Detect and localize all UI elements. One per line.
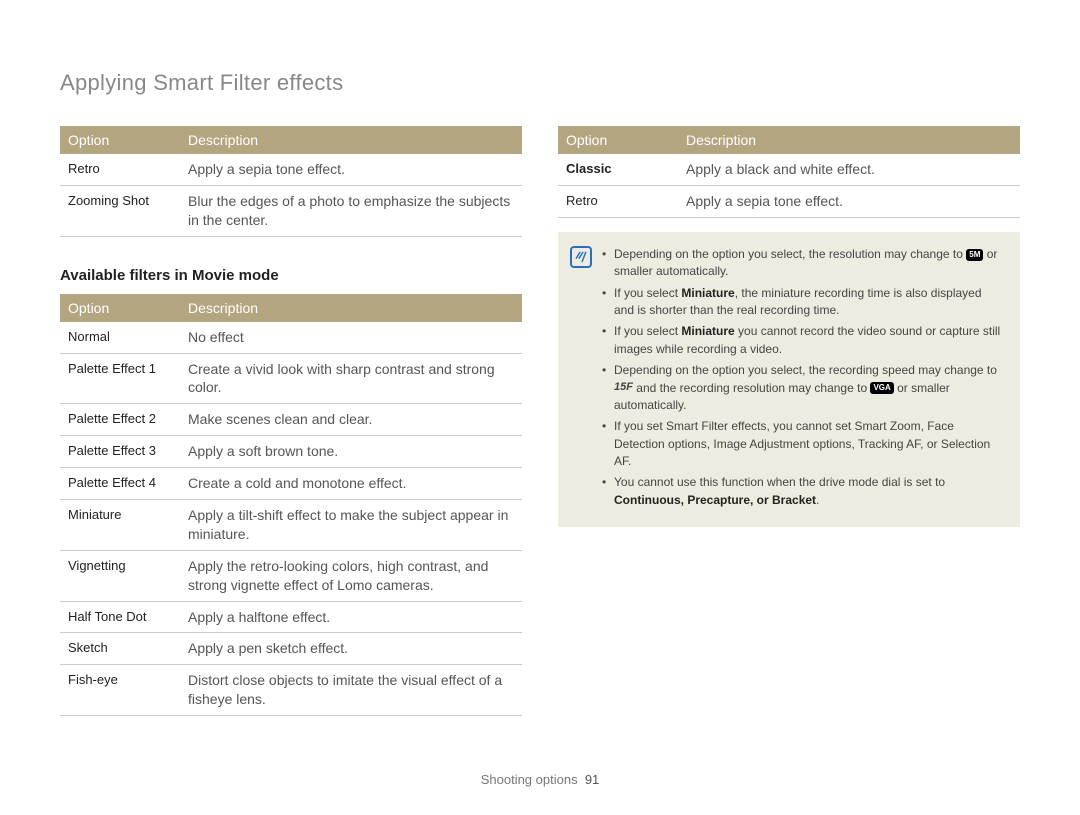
cell-option: Retro bbox=[558, 185, 678, 217]
note-bold: Miniature bbox=[681, 286, 734, 300]
table-top-right: Option Description Classic Apply a black… bbox=[558, 126, 1020, 218]
table-row: Palette Effect 1Create a vivid look with… bbox=[60, 353, 522, 404]
th-description: Description bbox=[678, 126, 1020, 154]
cell-description: Create a cold and monotone effect. bbox=[180, 468, 522, 500]
table-row: Palette Effect 4Create a cold and monoto… bbox=[60, 468, 522, 500]
content-columns: Option Description Retro Apply a sepia t… bbox=[60, 126, 1020, 716]
note-text: If you select bbox=[614, 286, 681, 300]
note-text: Depending on the option you select, the … bbox=[614, 247, 966, 261]
table-movie-mode: Option Description NormalNo effect Palet… bbox=[60, 294, 522, 716]
note-text: If you set Smart Filter effects, you can… bbox=[614, 419, 990, 468]
table-row: SketchApply a pen sketch effect. bbox=[60, 633, 522, 665]
table-row: Fish-eyeDistort close objects to imitate… bbox=[60, 665, 522, 716]
note-icon bbox=[570, 246, 592, 268]
cell-option: Palette Effect 1 bbox=[60, 353, 180, 404]
note-text: and the recording resolution may change … bbox=[633, 381, 870, 395]
left-column: Option Description Retro Apply a sepia t… bbox=[60, 126, 522, 716]
cell-option: Fish-eye bbox=[60, 665, 180, 716]
cell-option: Classic bbox=[558, 154, 678, 185]
cell-option: Normal bbox=[60, 322, 180, 353]
cell-description: Apply a halftone effect. bbox=[180, 601, 522, 633]
th-description: Description bbox=[180, 294, 522, 322]
th-option: Option bbox=[558, 126, 678, 154]
table-row: MiniatureApply a tilt-shift effect to ma… bbox=[60, 500, 522, 551]
table-header-row: Option Description bbox=[60, 294, 522, 322]
th-option: Option bbox=[60, 294, 180, 322]
note-item: If you select Miniature you cannot recor… bbox=[602, 323, 1002, 358]
cell-description: Blur the edges of a photo to emphasize t… bbox=[180, 185, 522, 236]
page-number: 91 bbox=[585, 772, 599, 787]
footer-section: Shooting options bbox=[481, 772, 578, 787]
fps-icon: 15F bbox=[614, 380, 633, 396]
cell-description: No effect bbox=[180, 322, 522, 353]
note-box: Depending on the option you select, the … bbox=[558, 232, 1020, 527]
table-row: NormalNo effect bbox=[60, 322, 522, 353]
cell-description: Create a vivid look with sharp contrast … bbox=[180, 353, 522, 404]
cell-description: Apply a pen sketch effect. bbox=[180, 633, 522, 665]
cell-option: Retro bbox=[60, 154, 180, 185]
table-row: Retro Apply a sepia tone effect. bbox=[60, 154, 522, 185]
cell-description: Apply a tilt-shift effect to make the su… bbox=[180, 500, 522, 551]
table-row: Palette Effect 2Make scenes clean and cl… bbox=[60, 404, 522, 436]
cell-description: Distort close objects to imitate the vis… bbox=[180, 665, 522, 716]
table-row: Zooming Shot Blur the edges of a photo t… bbox=[60, 185, 522, 236]
note-item: You cannot use this function when the dr… bbox=[602, 474, 1002, 509]
cell-option: Palette Effect 3 bbox=[60, 436, 180, 468]
table-row: Classic Apply a black and white effect. bbox=[558, 154, 1020, 185]
table-top-left: Option Description Retro Apply a sepia t… bbox=[60, 126, 522, 237]
cell-option: Miniature bbox=[60, 500, 180, 551]
cell-description: Apply a sepia tone effect. bbox=[678, 185, 1020, 217]
cell-option: Sketch bbox=[60, 633, 180, 665]
note-text: If you select bbox=[614, 324, 681, 338]
cell-description: Apply a sepia tone effect. bbox=[180, 154, 522, 185]
cell-option: Palette Effect 4 bbox=[60, 468, 180, 500]
note-item: Depending on the option you select, the … bbox=[602, 362, 1002, 414]
movie-mode-heading: Available filters in Movie mode bbox=[60, 267, 522, 284]
right-column: Option Description Classic Apply a black… bbox=[558, 126, 1020, 716]
vga-badge-icon: VGA bbox=[870, 382, 893, 394]
note-item: If you set Smart Filter effects, you can… bbox=[602, 418, 1002, 470]
note-bold: Continuous, Precapture, or Bracket bbox=[614, 493, 816, 507]
cell-description: Apply the retro-looking colors, high con… bbox=[180, 550, 522, 601]
cell-description: Make scenes clean and clear. bbox=[180, 404, 522, 436]
cell-option: Zooming Shot bbox=[60, 185, 180, 236]
table-row: Retro Apply a sepia tone effect. bbox=[558, 185, 1020, 217]
cell-description: Apply a soft brown tone. bbox=[180, 436, 522, 468]
resolution-badge-icon: 5M bbox=[966, 249, 983, 261]
note-text: You cannot use this function when the dr… bbox=[614, 475, 945, 489]
table-row: Half Tone DotApply a halftone effect. bbox=[60, 601, 522, 633]
table-header-row: Option Description bbox=[60, 126, 522, 154]
table-header-row: Option Description bbox=[558, 126, 1020, 154]
th-option: Option bbox=[60, 126, 180, 154]
table-row: Palette Effect 3Apply a soft brown tone. bbox=[60, 436, 522, 468]
table-row: VignettingApply the retro-looking colors… bbox=[60, 550, 522, 601]
cell-description: Apply a black and white effect. bbox=[678, 154, 1020, 185]
note-text: Depending on the option you select, the … bbox=[614, 363, 997, 377]
th-description: Description bbox=[180, 126, 522, 154]
note-item: Depending on the option you select, the … bbox=[602, 246, 1002, 281]
page-title: Applying Smart Filter effects bbox=[60, 70, 1020, 96]
page-footer: Shooting options 91 bbox=[0, 772, 1080, 787]
cell-option: Half Tone Dot bbox=[60, 601, 180, 633]
cell-option: Palette Effect 2 bbox=[60, 404, 180, 436]
cell-option: Vignetting bbox=[60, 550, 180, 601]
note-list: Depending on the option you select, the … bbox=[602, 246, 1002, 513]
note-item: If you select Miniature, the miniature r… bbox=[602, 285, 1002, 320]
note-bold: Miniature bbox=[681, 324, 734, 338]
